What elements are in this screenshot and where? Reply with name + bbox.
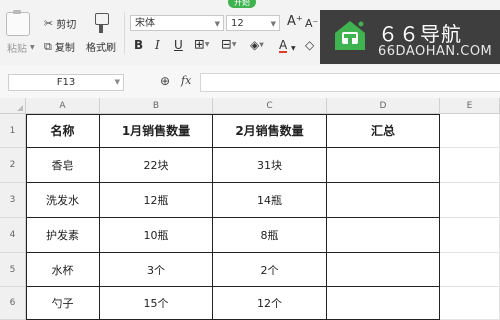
insert-function-button[interactable]: fx (181, 74, 191, 87)
font-color-button[interactable]: A (279, 38, 288, 53)
row-header-3[interactable]: 3 (0, 183, 26, 218)
font-color-icon: A (279, 38, 288, 53)
table-cell[interactable]: 勺子 (26, 287, 100, 320)
column-header-d[interactable]: D (327, 98, 440, 114)
watermark-logo: ６６导航 66DAOHAN.COM (320, 10, 500, 64)
chevron-down-icon: ▼ (270, 20, 276, 28)
empty-cell[interactable] (440, 148, 500, 183)
table-cell[interactable]: 31块 (213, 148, 327, 183)
house-logo-icon (335, 21, 365, 50)
table-cell[interactable] (327, 183, 440, 218)
table-cell[interactable]: 8瓶 (213, 218, 327, 253)
font-name-value: 宋体 (135, 18, 155, 29)
tab-home[interactable]: 开始 (228, 0, 256, 8)
table-cell[interactable]: 香皂 (26, 148, 100, 183)
chevron-down-icon: ▼ (204, 41, 210, 48)
copy-button[interactable]: ⧉ 复制 (44, 39, 75, 54)
paint-bucket-icon: ◈ (250, 38, 260, 52)
watermark-url: 66DAOHAN.COM (378, 44, 493, 59)
row-header-4[interactable]: 4 (0, 218, 26, 253)
empty-cell[interactable] (440, 183, 500, 218)
format-painter-label: 格式刷 (86, 43, 116, 54)
row-header-5[interactable]: 5 (0, 253, 26, 287)
table-cell[interactable]: 22块 (100, 148, 213, 183)
spreadsheet-grid: A B C D E 1 2 3 4 5 6 名称 1月销售数量 2月销售数量 汇… (0, 98, 500, 320)
table-header-cell[interactable]: 名称 (26, 114, 100, 148)
formula-input[interactable] (200, 73, 500, 92)
table-border-left (26, 114, 27, 320)
row-header-2[interactable]: 2 (0, 148, 26, 183)
formula-bar: F13 ▼ ⊕ fx (0, 66, 500, 99)
table-cell[interactable]: 12瓶 (100, 183, 213, 218)
cut-button[interactable]: ✂ 剪切 (44, 16, 76, 31)
table-cell[interactable]: 12个 (213, 287, 327, 320)
shrink-font-button[interactable]: A⁻ (305, 17, 318, 31)
borders-icon: ⊞ (194, 37, 205, 53)
table-cell[interactable] (327, 148, 440, 183)
column-header-c[interactable]: C (213, 98, 327, 114)
table-cell[interactable] (327, 287, 440, 320)
table-cell[interactable]: 护发素 (26, 218, 100, 253)
table-cell[interactable] (327, 218, 440, 253)
merge-cells-button[interactable]: ⊟▼ (221, 38, 237, 53)
paste-button[interactable]: 粘贴 ▼ (7, 40, 35, 55)
select-all-button[interactable] (0, 98, 26, 114)
empty-cell[interactable] (440, 253, 500, 287)
scissors-icon: ✂ (44, 17, 54, 30)
table-cell[interactable]: 3个 (100, 253, 213, 287)
menu-strip: 开始 (0, 0, 500, 8)
chevron-down-icon: ▼ (231, 41, 237, 48)
table-cell[interactable]: 10瓶 (100, 218, 213, 253)
bold-button[interactable]: B (134, 38, 143, 52)
ribbon-divider (124, 12, 125, 54)
cut-label: 剪切 (56, 20, 77, 31)
paste-dropdown-icon[interactable]: ▼ (30, 44, 35, 51)
cell-reference: F13 (56, 77, 76, 88)
zoom-icon[interactable]: ⊕ (160, 74, 170, 88)
column-header-a[interactable]: A (26, 98, 100, 114)
column-header-e[interactable]: E (440, 98, 500, 114)
font-size-select[interactable]: 12 ▼ (226, 15, 280, 31)
chevron-down-icon[interactable]: ▼ (115, 75, 120, 90)
font-color-letter: A (279, 38, 288, 52)
fill-color-button[interactable]: ◈▼ (250, 38, 264, 53)
copy-label: 复制 (54, 43, 75, 54)
copy-icon: ⧉ (44, 40, 52, 53)
row-header-6[interactable]: 6 (0, 287, 26, 320)
table-cell[interactable] (327, 253, 440, 287)
format-painter-button[interactable]: 格式刷 (86, 39, 116, 54)
name-box[interactable]: F13 ▼ (8, 74, 124, 91)
chevron-down-icon[interactable]: ▼ (291, 42, 296, 56)
empty-cell[interactable] (440, 114, 500, 148)
table-header-cell[interactable]: 1月销售数量 (100, 114, 213, 148)
borders-button[interactable]: ⊞▼ (194, 38, 210, 53)
table-cell[interactable]: 水杯 (26, 253, 100, 287)
table-header-cell[interactable]: 汇总 (327, 114, 440, 148)
column-header-b[interactable]: B (100, 98, 213, 114)
paste-icon[interactable] (6, 10, 30, 36)
table-cell[interactable]: 15个 (100, 287, 213, 320)
merge-cells-icon: ⊟ (221, 37, 232, 53)
italic-button[interactable]: I (155, 38, 160, 52)
empty-cell[interactable] (440, 218, 500, 253)
chevron-down-icon: ▼ (259, 41, 264, 49)
watermark-title: ６６导航 (378, 22, 462, 46)
table-cell[interactable]: 14瓶 (213, 183, 327, 218)
table-cell[interactable]: 洗发水 (26, 183, 100, 218)
clear-format-icon[interactable]: ◇ (305, 38, 314, 52)
chevron-down-icon: ▼ (214, 20, 220, 28)
table-cell[interactable]: 2个 (213, 253, 327, 287)
paste-label: 粘贴 (7, 44, 27, 55)
underline-button[interactable]: U (174, 38, 183, 52)
table-header-cell[interactable]: 2月销售数量 (213, 114, 327, 148)
empty-cell[interactable] (440, 287, 500, 320)
table-border-top (26, 114, 440, 115)
grow-font-button[interactable]: A⁺ (287, 15, 303, 29)
format-painter-icon[interactable] (93, 13, 109, 33)
font-size-value: 12 (231, 18, 244, 29)
row-header-1[interactable]: 1 (0, 114, 26, 148)
font-name-select[interactable]: 宋体 ▼ (130, 15, 224, 31)
